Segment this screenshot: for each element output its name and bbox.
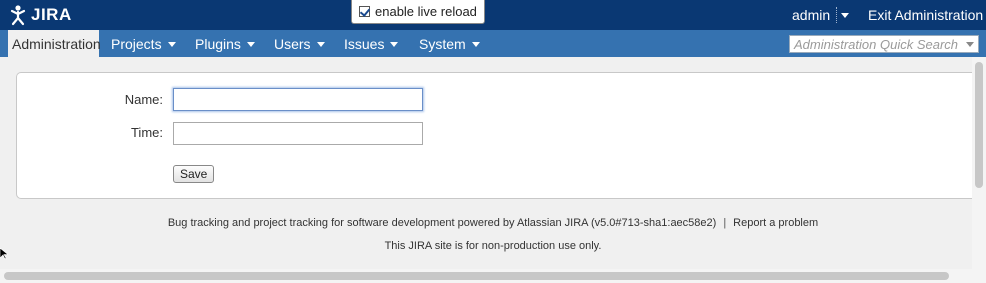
chevron-down-icon xyxy=(316,41,325,47)
logo-text: JIRA xyxy=(31,5,72,24)
time-field[interactable] xyxy=(173,122,423,145)
jira-logo[interactable]: JIRA xyxy=(7,4,72,26)
quick-search-placeholder: Administration Quick Search xyxy=(794,36,959,52)
user-menu-dropdown[interactable] xyxy=(836,7,850,23)
name-field[interactable] xyxy=(173,88,423,111)
vertical-scrollbar-thumb[interactable] xyxy=(975,62,983,188)
horizontal-scrollbar-thumb[interactable] xyxy=(4,272,949,280)
report-problem-link[interactable]: Report a problem xyxy=(733,217,818,229)
username[interactable]: admin xyxy=(792,7,830,23)
chevron-down-icon xyxy=(471,41,480,47)
chevron-down-icon xyxy=(246,41,255,47)
mouse-cursor-icon xyxy=(0,248,8,260)
tab-label: Issues xyxy=(344,35,385,52)
jira-logo-icon xyxy=(10,5,26,26)
admin-quick-search-input[interactable]: Administration Quick Search xyxy=(789,35,979,53)
save-button[interactable]: Save xyxy=(173,165,215,183)
time-label: Time: xyxy=(130,125,163,140)
chevron-down-icon xyxy=(390,41,399,47)
exit-administration-link[interactable]: Exit Administration xyxy=(868,7,983,23)
footer-non-production: This JIRA site is for non-production use… xyxy=(384,240,602,252)
top-header: JIRA enable live reload admin Exit Admin… xyxy=(0,0,986,30)
tab-administration[interactable]: Administration xyxy=(8,30,101,57)
name-label: Name: xyxy=(124,92,163,107)
chevron-down-icon[interactable] xyxy=(966,42,974,47)
tab-issues[interactable]: Issues xyxy=(344,30,399,57)
tab-label: Administration xyxy=(12,35,101,52)
tab-system[interactable]: System xyxy=(419,30,480,57)
tab-label: Users xyxy=(274,35,311,52)
footer-powered-by-text[interactable]: Bug tracking and project tracking for so… xyxy=(168,217,716,229)
tab-label: Plugins xyxy=(195,35,241,52)
tab-label: System xyxy=(419,35,466,52)
footer-separator: | xyxy=(723,217,727,229)
tab-users[interactable]: Users xyxy=(274,30,325,57)
live-reload-checkbox[interactable] xyxy=(359,6,370,17)
tab-label: Projects xyxy=(111,35,162,52)
live-reload-toggle[interactable]: enable live reload xyxy=(351,0,485,24)
chevron-down-icon xyxy=(167,41,176,47)
tab-projects[interactable]: Projects xyxy=(111,30,176,57)
live-reload-label: enable live reload xyxy=(375,4,477,19)
chevron-down-icon xyxy=(841,12,850,18)
user-menu[interactable]: admin xyxy=(792,7,850,23)
tab-plugins[interactable]: Plugins xyxy=(195,30,255,57)
footer-powered-by: Bug tracking and project tracking for so… xyxy=(0,217,986,229)
